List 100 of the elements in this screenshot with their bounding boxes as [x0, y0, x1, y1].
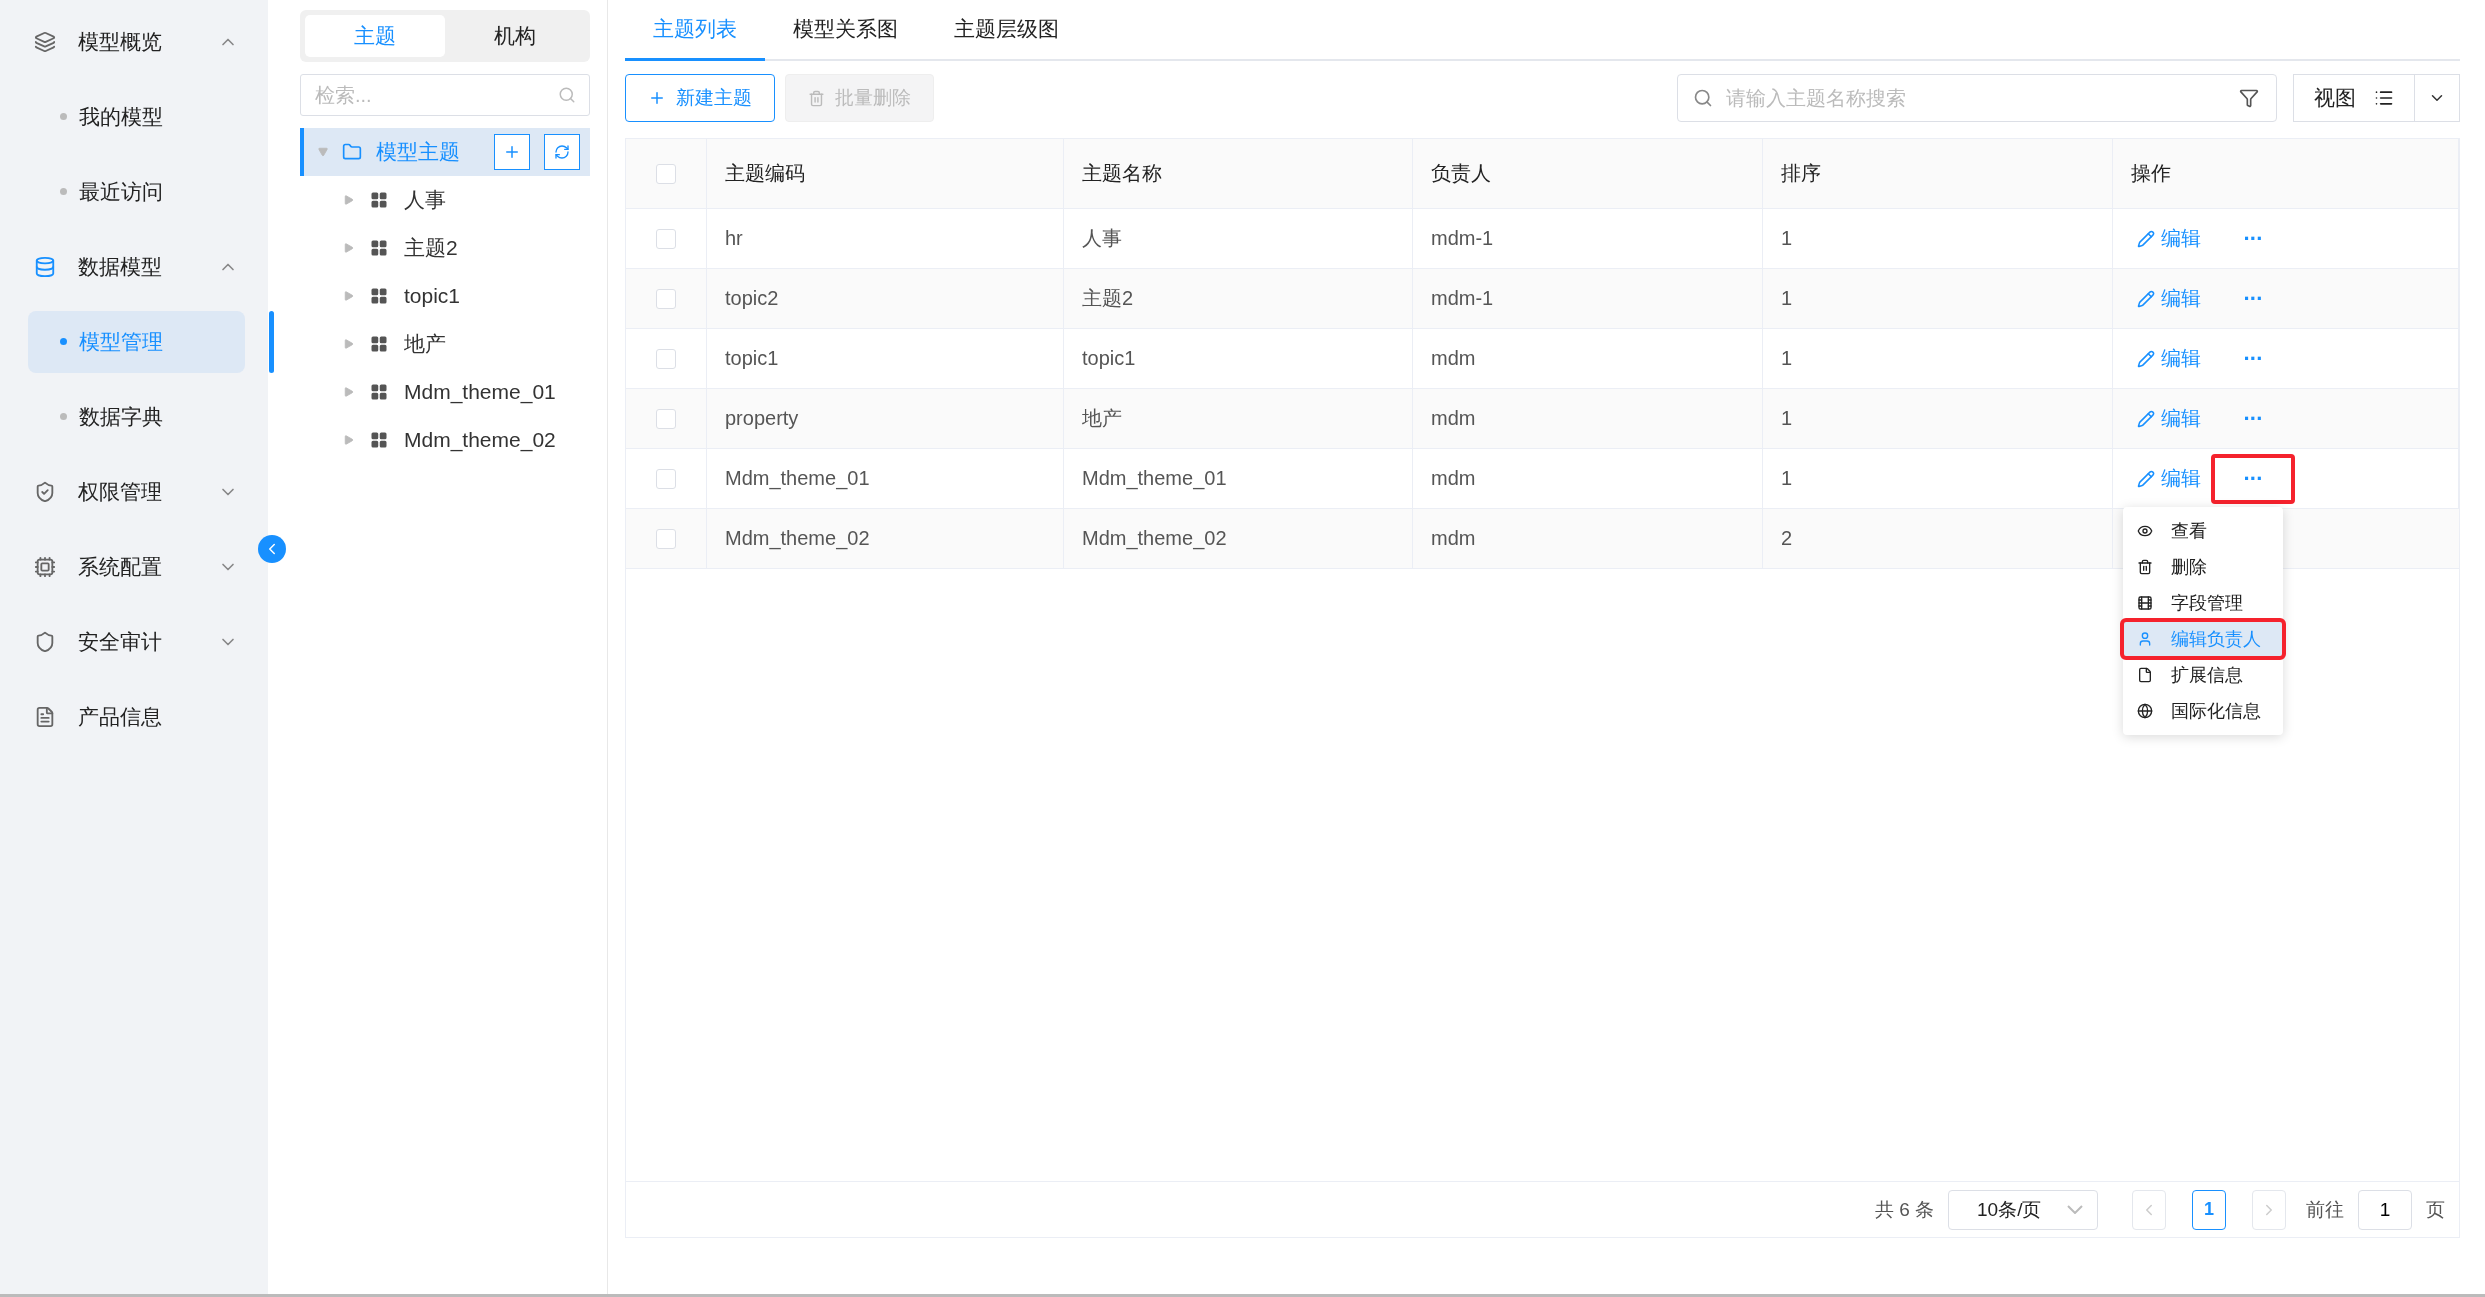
table-cell: mdm-1: [1413, 209, 1763, 269]
caret-right-icon: [344, 195, 354, 205]
document-icon: [34, 705, 56, 728]
search-field[interactable]: 检索...: [300, 74, 590, 116]
column-header: 负责人: [1413, 139, 1763, 209]
file-icon: [2137, 667, 2153, 683]
menu-item[interactable]: 删除: [2123, 549, 2283, 585]
tree-node[interactable]: Mdm_theme_01: [300, 368, 590, 416]
checkbox[interactable]: [656, 288, 676, 309]
table-cell: mdm: [1413, 329, 1763, 389]
plus-icon: [648, 89, 666, 107]
trash-icon: [808, 89, 825, 107]
tab[interactable]: 模型关系图: [765, 0, 926, 61]
table-cell: topic1: [707, 329, 1064, 389]
tab[interactable]: 主题层级图: [926, 0, 1087, 61]
menu-item[interactable]: 字段管理: [2123, 585, 2283, 621]
tree-node[interactable]: 人事: [300, 176, 590, 224]
sidebar-menu-item[interactable]: 产品信息: [0, 679, 268, 754]
filter-icon[interactable]: [2239, 88, 2259, 108]
database-icon: [34, 255, 56, 278]
film-icon: [2137, 595, 2153, 611]
caret-right-icon: [344, 387, 354, 397]
table-cell: 1: [1763, 449, 2113, 509]
pencil-icon: [2137, 409, 2155, 428]
table-cell: mdm: [1413, 509, 1763, 569]
grid-icon: [370, 335, 388, 353]
checkbox[interactable]: [656, 348, 676, 369]
sidebar-item[interactable]: 最近访问: [28, 160, 245, 223]
shield-icon: [34, 630, 56, 653]
table-cell: mdm: [1413, 449, 1763, 509]
column-header: 排序: [1763, 139, 2113, 209]
menu-item[interactable]: 扩展信息: [2123, 657, 2283, 693]
tree-label: 主题2: [404, 235, 458, 261]
checkbox[interactable]: [656, 228, 676, 249]
page-label: 页: [2426, 1197, 2445, 1222]
tree-node[interactable]: 主题2: [300, 224, 590, 272]
next-page-button[interactable]: [2252, 1189, 2286, 1230]
tree-label: Mdm_theme_01: [404, 380, 556, 404]
tree-label: 地产: [404, 331, 446, 357]
add-button[interactable]: [494, 134, 530, 170]
tree-node[interactable]: 地产: [300, 320, 590, 368]
table-cell: 2: [1763, 509, 2113, 569]
search-icon: [558, 86, 576, 104]
table-cell: mdm-1: [1413, 269, 1763, 329]
search-icon: [1693, 88, 1713, 108]
grid-icon: [370, 431, 388, 449]
grid-icon: [370, 287, 388, 305]
sidebar-menu-item[interactable]: 安全审计: [0, 604, 268, 679]
grid-icon: [370, 383, 388, 401]
active-indicator: [269, 310, 274, 373]
table-cell: topic1: [1064, 329, 1413, 389]
checkbox[interactable]: [656, 468, 676, 489]
view-button[interactable]: 视图: [2293, 74, 2415, 122]
previous-page-button[interactable]: [2132, 1189, 2166, 1230]
column-header: 操作: [2113, 139, 2459, 209]
tree-label: Mdm_theme_02: [404, 428, 556, 452]
tree-node[interactable]: Mdm_theme_02: [300, 416, 590, 464]
goto-label: 前往: [2306, 1197, 2344, 1222]
pencil-icon: [2137, 469, 2155, 488]
table-cell: Mdm_theme_01: [1064, 449, 1413, 509]
tree-node[interactable]: topic1: [300, 272, 590, 320]
sidebar-menu-item[interactable]: 模型概览: [0, 4, 268, 79]
page-size-select[interactable]: 10条/页: [1948, 1189, 2098, 1230]
refresh-icon: [554, 144, 570, 160]
plus-icon: [503, 143, 521, 161]
tree-label: 模型主题: [376, 139, 461, 165]
checkbox[interactable]: [656, 163, 676, 184]
tab[interactable]: 机构: [445, 15, 585, 57]
user-icon: [2137, 631, 2153, 647]
dropdown-button[interactable]: [2415, 74, 2460, 122]
table-cell: 1: [1763, 389, 2113, 449]
pencil-icon: [2137, 289, 2155, 308]
sidebar-menu-item[interactable]: 数据模型: [0, 229, 268, 304]
column-header: 主题名称: [1064, 139, 1413, 209]
checkbox[interactable]: [656, 408, 676, 429]
sidebar-menu-item[interactable]: 系统配置: [0, 529, 268, 604]
sidebar-menu-item[interactable]: 权限管理: [0, 454, 268, 529]
total-count: 共 6 条: [1874, 1197, 1934, 1222]
table-cell: 1: [1763, 269, 2113, 329]
column-header: 主题编码: [707, 139, 1064, 209]
table-cell: 人事: [1064, 209, 1413, 269]
tree-label: topic1: [404, 284, 461, 308]
pencil-icon: [2137, 349, 2155, 368]
caret-right-icon: [344, 243, 354, 253]
table-cell: 主题2: [1064, 269, 1413, 329]
chevron-down-icon: [2067, 1205, 2083, 1214]
collapse-button[interactable]: [258, 535, 286, 563]
sidebar-item[interactable]: 数据字典: [28, 385, 245, 448]
eye-icon: [2137, 523, 2153, 539]
table-cell: Mdm_theme_02: [707, 509, 1064, 569]
search-field[interactable]: 请输入主题名称搜索: [1677, 74, 2277, 122]
menu-item[interactable]: 国际化信息: [2123, 693, 2283, 729]
refresh-button[interactable]: [544, 134, 580, 170]
table-cell: mdm: [1413, 389, 1763, 449]
globe-icon: [2137, 703, 2153, 719]
sidebar-item[interactable]: 我的模型: [28, 85, 245, 148]
table-cell: 1: [1763, 209, 2113, 269]
grid-icon: [370, 239, 388, 257]
page-input[interactable]: 1: [2358, 1189, 2412, 1230]
checkbox[interactable]: [656, 528, 676, 549]
